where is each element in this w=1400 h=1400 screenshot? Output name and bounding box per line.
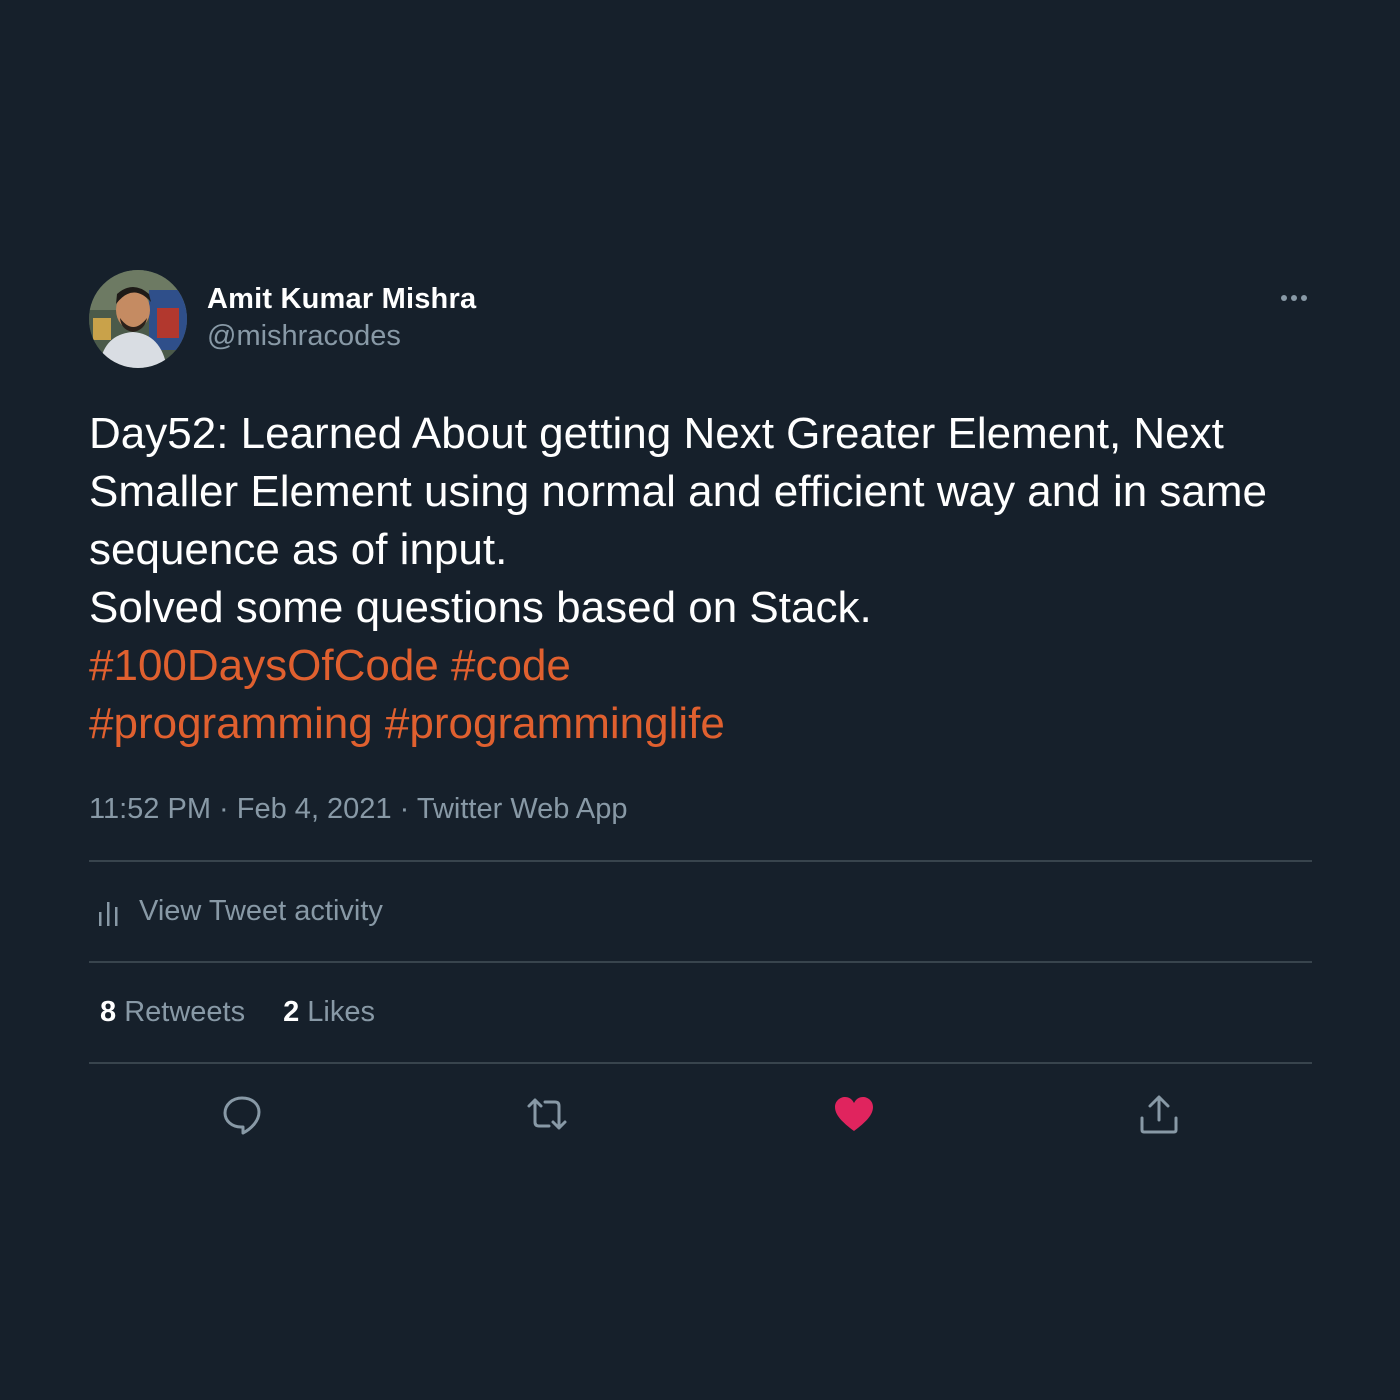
tweet-card: Amit Kumar Mishra @mishracodes Day52: Le… bbox=[89, 270, 1312, 1164]
view-tweet-activity-label: View Tweet activity bbox=[139, 895, 383, 927]
share-icon[interactable] bbox=[1137, 1092, 1181, 1136]
avatar[interactable] bbox=[89, 270, 187, 368]
author-handle[interactable]: @mishracodes bbox=[207, 316, 476, 356]
meta-separator: · bbox=[399, 793, 410, 825]
author-display-name[interactable]: Amit Kumar Mishra bbox=[207, 282, 476, 316]
retweets-count: 8 bbox=[100, 996, 117, 1028]
tweet-time[interactable]: 11:52 PM bbox=[89, 793, 211, 825]
tweet-text-line: Day52: Learned About getting Next Greate… bbox=[89, 409, 1224, 458]
tweet-text-line: sequence as of input. bbox=[89, 525, 508, 574]
avatar-image bbox=[89, 270, 187, 368]
likes-stat[interactable]: 2 Likes bbox=[283, 996, 375, 1029]
tweet-stats: 8 Retweets 2 Likes bbox=[89, 963, 1312, 1062]
meta-separator: · bbox=[219, 793, 229, 825]
heart-icon[interactable] bbox=[832, 1092, 876, 1136]
hashtag-line: #programming #programminglife bbox=[89, 695, 1312, 753]
reply-icon[interactable] bbox=[220, 1092, 264, 1136]
tweet-source[interactable]: Twitter Web App bbox=[417, 793, 628, 825]
tweet-text: Day52: Learned About getting Next Greate… bbox=[89, 405, 1312, 753]
more-options-icon[interactable] bbox=[1280, 288, 1312, 308]
tweet-date[interactable]: Feb 4, 2021 bbox=[237, 793, 392, 825]
retweet-icon[interactable] bbox=[525, 1092, 569, 1136]
hashtag-link[interactable]: #100DaysOfCode bbox=[89, 641, 439, 690]
view-tweet-activity-button[interactable]: View Tweet activity bbox=[89, 862, 1312, 961]
hashtag-link[interactable]: #programming bbox=[89, 699, 373, 748]
likes-label: Likes bbox=[307, 996, 375, 1028]
hashtag-link[interactable]: #programminglife bbox=[385, 699, 725, 748]
tweet-actions bbox=[89, 1064, 1312, 1164]
hashtag-link[interactable]: #code bbox=[451, 641, 571, 690]
retweets-label: Retweets bbox=[124, 996, 246, 1028]
tweet-text-line: Solved some questions based on Stack. bbox=[89, 583, 872, 632]
tweet-meta: 11:52 PM · Feb 4, 2021 · Twitter Web App bbox=[89, 791, 1312, 827]
likes-count: 2 bbox=[283, 996, 300, 1028]
tweet-header: Amit Kumar Mishra @mishracodes bbox=[89, 270, 1312, 370]
retweets-stat[interactable]: 8 Retweets bbox=[100, 996, 245, 1029]
hashtag-line: #100DaysOfCode #code bbox=[89, 637, 1312, 695]
bar-chart-icon bbox=[99, 901, 118, 926]
tweet-text-line: Smaller Element using normal and efficie… bbox=[89, 467, 1268, 516]
author-names: Amit Kumar Mishra @mishracodes bbox=[207, 282, 476, 356]
